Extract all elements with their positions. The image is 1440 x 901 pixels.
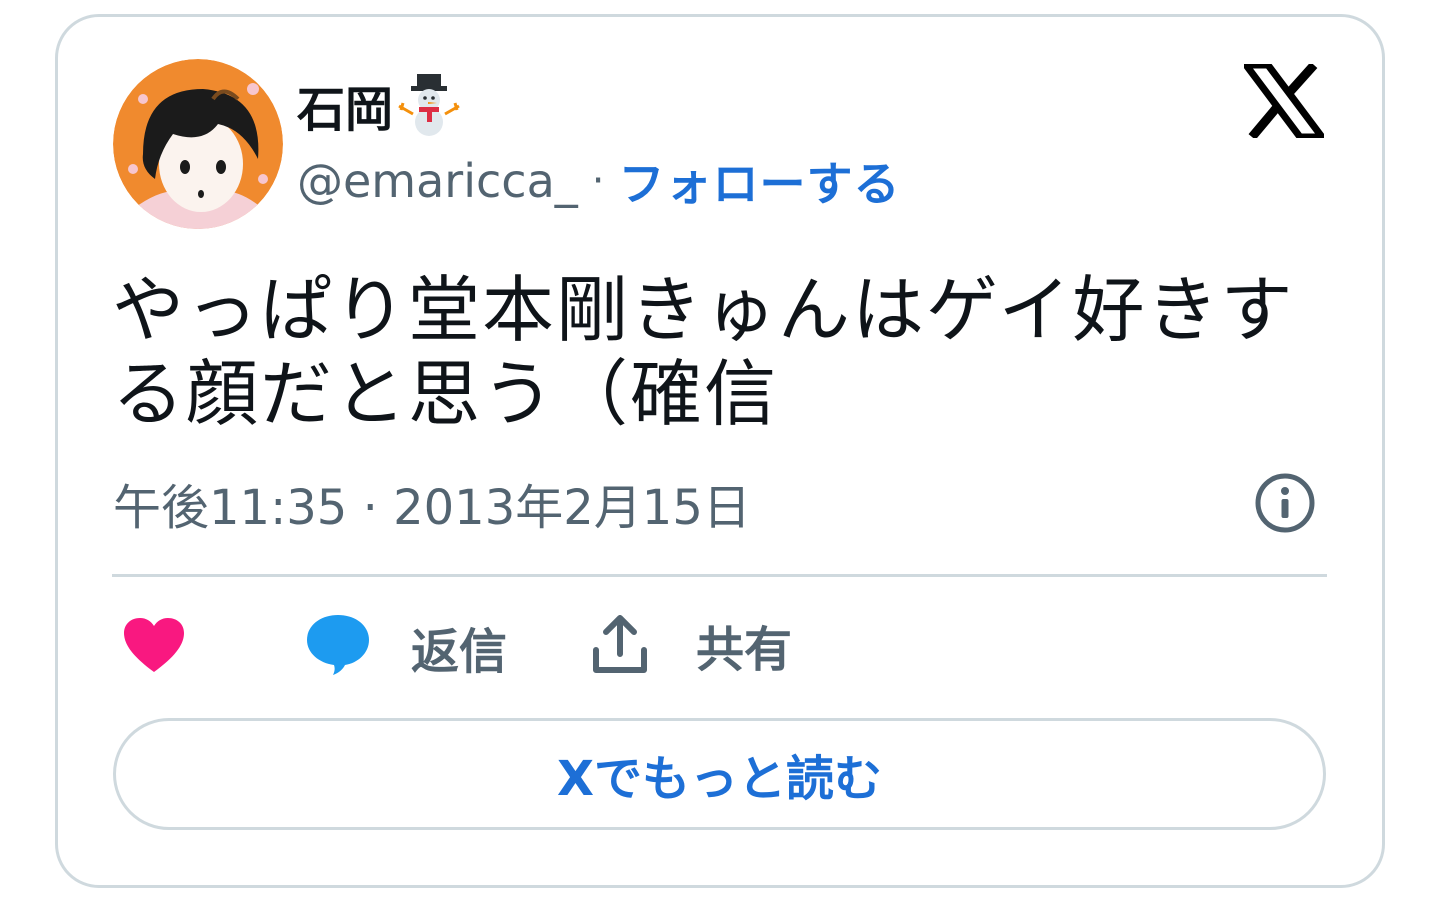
read-more-button[interactable]: Xでもっと読む — [113, 718, 1326, 830]
tweet-timestamp[interactable]: 午後11:35 · 2013年2月15日 — [113, 472, 751, 536]
like-button[interactable] — [122, 612, 186, 682]
author-display-name[interactable]: 石岡 — [297, 72, 463, 138]
share-label: 共有 — [696, 622, 793, 678]
upload-icon — [588, 610, 652, 680]
avatar[interactable] — [113, 59, 283, 229]
x-logo-icon[interactable] — [1239, 61, 1329, 141]
info-icon[interactable] — [1254, 472, 1316, 534]
snowman-icon — [397, 72, 463, 138]
divider — [112, 574, 1327, 577]
display-name-text: 石岡 — [297, 82, 394, 138]
tweet-text: やっぱり堂本剛きゅんはゲイ好きする顔だと思う（確信 — [112, 268, 1295, 436]
heart-icon — [122, 616, 186, 678]
share-button[interactable]: 共有 — [588, 610, 792, 680]
follow-link[interactable]: フォローする — [618, 148, 900, 214]
reply-button[interactable]: 返信 — [305, 612, 507, 682]
author-handle-row: @emaricca_ · フォローする — [297, 150, 900, 212]
speech-bubble-icon — [305, 613, 371, 681]
author-handle[interactable]: @emaricca_ — [297, 154, 578, 208]
reply-label: 返信 — [411, 624, 508, 680]
separator-dot: · — [591, 158, 605, 204]
